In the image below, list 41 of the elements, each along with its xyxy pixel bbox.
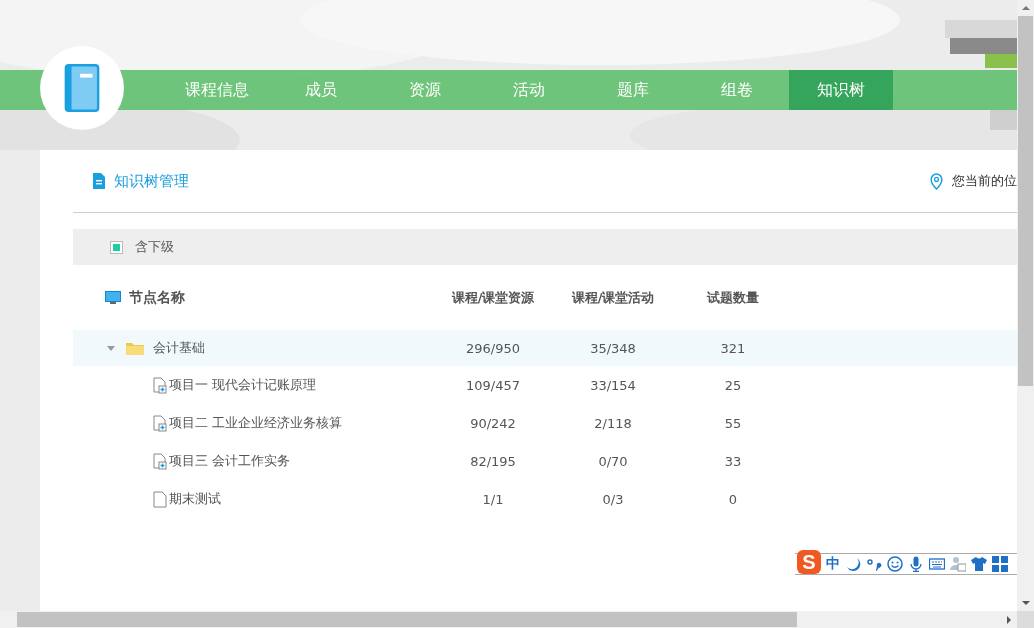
table-cell: 25 — [724, 377, 742, 393]
node-name: 项目一 现代会计记账原理 — [169, 376, 317, 394]
checkbox-label: 含下级 — [135, 238, 174, 256]
nav-tab[interactable]: 题库 — [581, 70, 685, 110]
tree-row[interactable]: 期末测试 1/1 0/3 0 — [73, 480, 1017, 518]
tree-row[interactable]: 项目三 会计工作实务 82/195 0/70 33 — [73, 442, 1017, 480]
table-cell: 0 — [728, 491, 738, 507]
table-cell: 0/70 — [598, 453, 628, 469]
table-cell: 33/154 — [590, 377, 636, 393]
tree-row[interactable]: 项目二 工业企业经济业务核算 90/242 2/118 55 — [73, 404, 1017, 442]
table-cell: 35/348 — [590, 340, 636, 356]
node-name: 项目三 会计工作实务 — [169, 452, 291, 470]
tree-row[interactable]: 项目一 现代会计记账原理 109/457 33/154 25 — [73, 366, 1017, 404]
table-cell: 55 — [724, 415, 742, 431]
panel-title: 知识树管理 — [114, 171, 189, 191]
column-header: 课程/课堂活动 — [571, 289, 655, 305]
node-name: 会计基础 — [153, 339, 205, 357]
nav-tab[interactable]: 成员 — [269, 70, 373, 110]
nav-tab[interactable]: 课程信息 — [165, 70, 269, 110]
table-cell: 109/457 — [466, 377, 520, 393]
nav-tab[interactable]: 知识树 — [789, 70, 893, 110]
nav-tab[interactable]: 组卷 — [685, 70, 789, 110]
nav-tab[interactable]: 资源 — [373, 70, 477, 110]
input-mode-toggle[interactable]: 中 — [826, 555, 840, 573]
table-cell: 82/195 — [470, 453, 516, 469]
table-cell: 33 — [724, 453, 742, 469]
nav-tab[interactable]: 活动 — [477, 70, 581, 110]
node-name: 期末测试 — [169, 490, 221, 508]
column-header: 节点名称 — [129, 288, 185, 307]
table-cell: 90/242 — [470, 415, 516, 431]
column-header: 课程/课堂资源 — [451, 289, 535, 305]
table-cell: 0/3 — [602, 491, 624, 507]
tree-row[interactable]: 会计基础 296/950 35/348 321 — [73, 330, 1017, 366]
ime-logo[interactable]: S — [797, 550, 821, 574]
column-header: 试题数量 — [707, 289, 759, 305]
table-cell: 1/1 — [482, 491, 504, 507]
node-name: 项目二 工业企业经济业务核算 — [169, 414, 343, 432]
table-cell: 321 — [720, 340, 746, 356]
location-label: 您当前的位 — [952, 172, 1017, 190]
table-cell: 296/950 — [466, 340, 520, 356]
table-cell: 2/118 — [594, 415, 632, 431]
